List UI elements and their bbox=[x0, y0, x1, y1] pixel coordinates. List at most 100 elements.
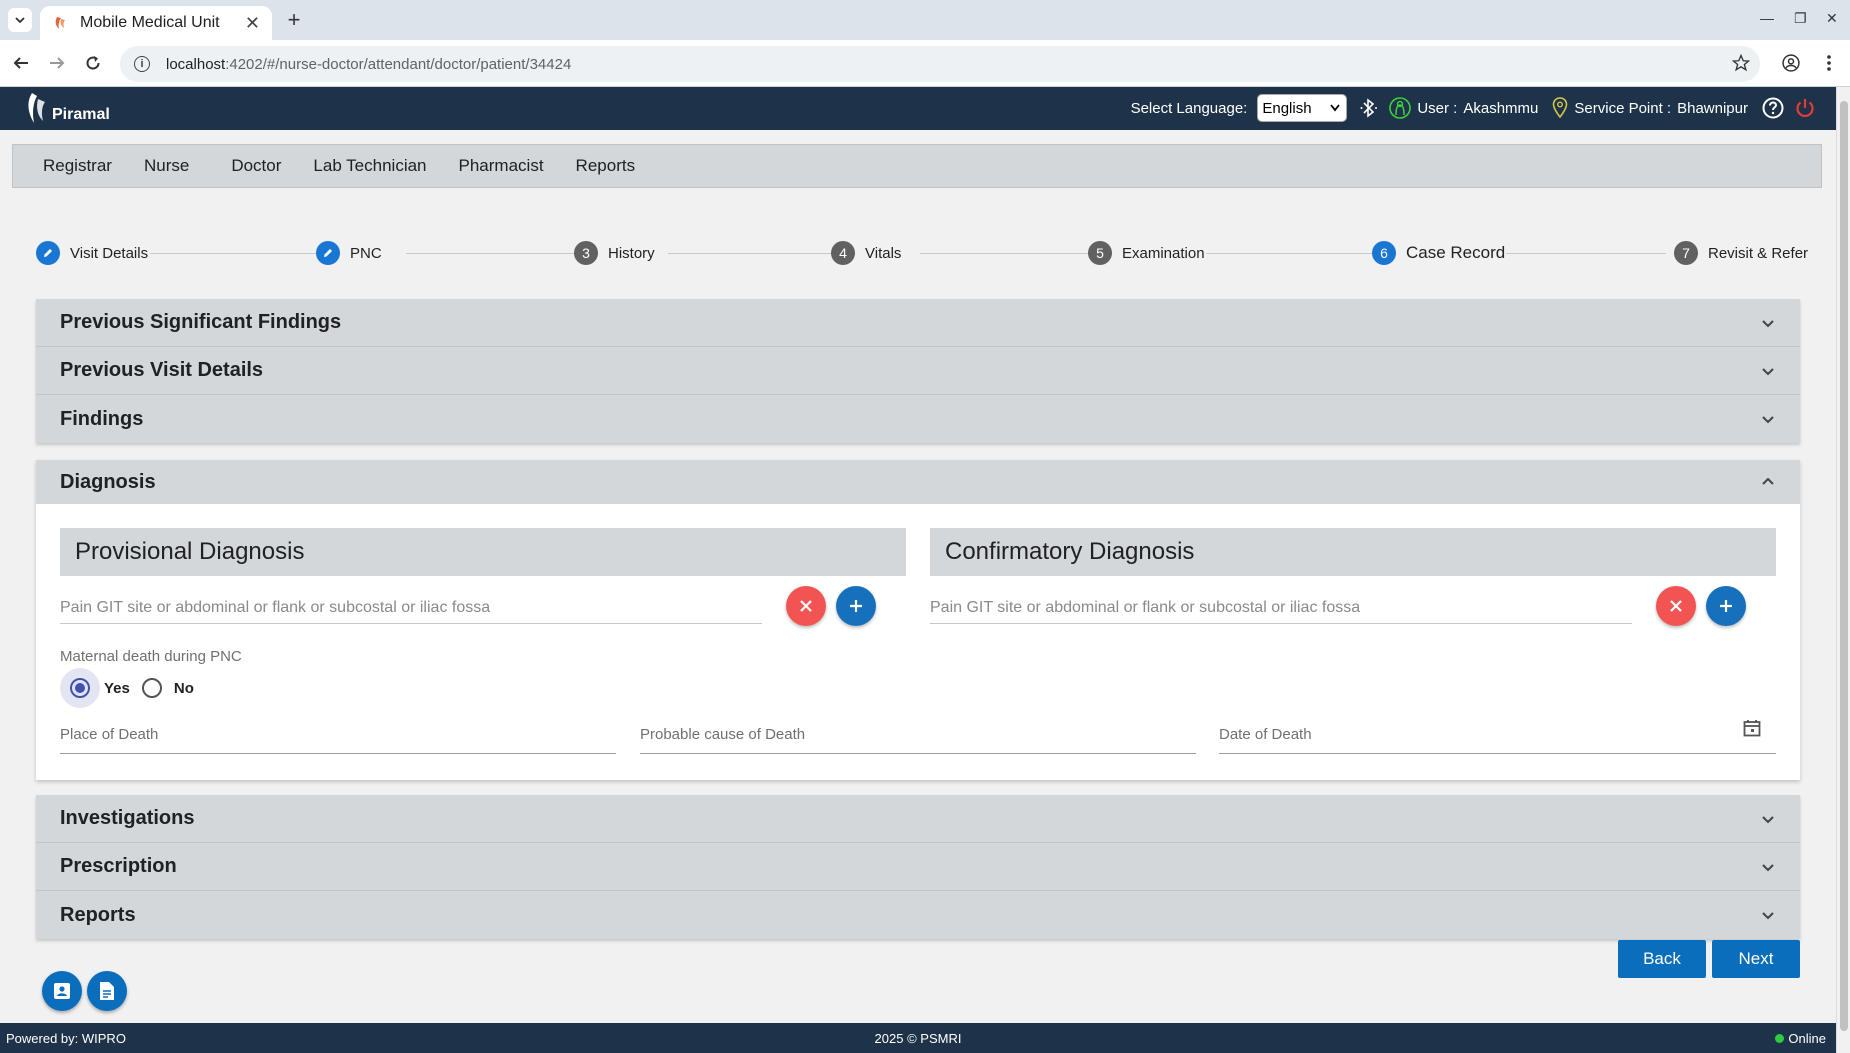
piramal-favicon-icon bbox=[55, 17, 65, 29]
radio-yes[interactable] bbox=[70, 678, 90, 698]
url-path: :4202/#/nurse-doctor/attendant/doctor/pa… bbox=[225, 55, 572, 73]
probable-cause-of-death-field[interactable]: Probable cause of Death bbox=[640, 716, 1196, 754]
chevron-up-icon bbox=[1762, 477, 1774, 485]
scrollbar-thumb[interactable] bbox=[1840, 101, 1848, 1031]
piramal-logo-icon bbox=[28, 93, 45, 123]
url-host: localhost bbox=[166, 55, 226, 73]
remove-confirmatory-button[interactable] bbox=[1656, 586, 1696, 626]
confirmatory-diagnosis-input[interactable]: Pain GIT site or abdominal or flank or s… bbox=[930, 592, 1632, 624]
step-vitals[interactable]: 4 Vitals bbox=[831, 240, 901, 266]
step-pnc[interactable]: PNC bbox=[316, 240, 382, 266]
workflow-stepper: Visit Details PNC 3 History 4 Vitals 5 E… bbox=[36, 240, 1808, 266]
select-language-label: Select Language: bbox=[1130, 99, 1248, 117]
browser-menu-icon[interactable] bbox=[1818, 52, 1840, 74]
power-logout-icon[interactable] bbox=[1794, 97, 1816, 119]
panel-title: Findings bbox=[60, 407, 144, 430]
panel-reports[interactable]: Reports bbox=[36, 891, 1800, 939]
radio-no-label[interactable]: No bbox=[174, 680, 194, 697]
radio-no[interactable] bbox=[141, 678, 162, 698]
browser-tab[interactable]: Mobile Medical Unit ✕ bbox=[40, 6, 272, 40]
browser-addressbar: i localhost:4202/#/nurse-doctor/attendan… bbox=[0, 40, 1850, 87]
brand-name: Piramal bbox=[52, 106, 110, 123]
bluetooth-icon[interactable] bbox=[1359, 97, 1379, 119]
close-tab-icon[interactable]: ✕ bbox=[245, 13, 260, 34]
provisional-diagnosis-input[interactable]: Pain GIT site or abdominal or flank or s… bbox=[60, 592, 762, 624]
date-of-death-field[interactable]: Date of Death bbox=[1219, 716, 1776, 754]
nav-doctor[interactable]: Doctor bbox=[231, 156, 281, 176]
forward-arrow-icon[interactable] bbox=[46, 52, 68, 74]
panel-investigations[interactable]: Investigations bbox=[36, 795, 1800, 843]
plus-icon bbox=[1720, 600, 1732, 612]
language-value: English bbox=[1262, 99, 1312, 117]
back-button[interactable]: Back bbox=[1618, 940, 1706, 978]
panel-title: Previous Visit Details bbox=[60, 359, 264, 381]
radio-yes-label[interactable]: Yes bbox=[104, 680, 130, 697]
document-icon bbox=[100, 982, 114, 1000]
role-navigation: Registrar Nurse Doctor Lab Technician Ph… bbox=[12, 144, 1822, 188]
user-name: Akashmmu bbox=[1463, 99, 1539, 117]
app-header: Piramal Select Language: English User : … bbox=[0, 87, 1836, 130]
panel-title: Investigations bbox=[60, 807, 195, 829]
diagnosis-panel-header[interactable]: Diagnosis bbox=[36, 460, 1800, 504]
place-of-death-field[interactable]: Place of Death bbox=[60, 716, 616, 754]
location-pin-icon bbox=[1552, 97, 1568, 119]
panel-prescription[interactable]: Prescription bbox=[36, 843, 1800, 891]
step-visit-details[interactable]: Visit Details bbox=[36, 240, 148, 266]
add-confirmatory-button[interactable] bbox=[1706, 586, 1746, 626]
panel-findings[interactable]: Findings bbox=[36, 395, 1800, 443]
step-examination[interactable]: 5 Examination bbox=[1088, 240, 1205, 266]
copyright-text: 2025 © PSMRI bbox=[874, 1030, 962, 1046]
step-case-record[interactable]: 6 Case Record bbox=[1372, 240, 1505, 266]
chevron-down-icon bbox=[1762, 416, 1774, 424]
profile-icon[interactable] bbox=[1780, 52, 1802, 74]
next-button[interactable]: Next bbox=[1712, 940, 1800, 978]
step-connector bbox=[920, 253, 1104, 254]
close-window-icon[interactable]: ✕ bbox=[1826, 10, 1838, 27]
step-connector bbox=[668, 253, 852, 254]
chevron-down-icon bbox=[15, 17, 25, 24]
step-revisit-refer[interactable]: 7 Revisit & Refer bbox=[1674, 240, 1808, 266]
nav-reports[interactable]: Reports bbox=[576, 156, 636, 176]
nav-nurse[interactable]: Nurse bbox=[144, 156, 189, 176]
remove-provisional-button[interactable] bbox=[786, 586, 826, 626]
service-point-name: Bhawnipur bbox=[1677, 99, 1748, 117]
radio-yes-halo[interactable] bbox=[60, 668, 100, 708]
close-icon bbox=[800, 600, 812, 612]
step-connector bbox=[1206, 253, 1374, 254]
bottom-panels: Investigations Prescription Reports bbox=[36, 795, 1800, 939]
patient-info-button[interactable] bbox=[42, 971, 82, 1011]
bookmark-star-icon[interactable] bbox=[1730, 52, 1752, 74]
nav-pharmacist[interactable]: Pharmacist bbox=[459, 156, 544, 176]
step-history[interactable]: 3 History bbox=[574, 240, 655, 266]
browser-tabbar: Mobile Medical Unit ✕ + — ❐ ✕ bbox=[0, 0, 1850, 40]
reload-icon[interactable] bbox=[82, 52, 104, 74]
calendar-icon[interactable] bbox=[1742, 718, 1762, 743]
chevron-down-icon bbox=[1762, 863, 1774, 871]
patient-document-button[interactable] bbox=[87, 971, 127, 1011]
edit-pencil-icon bbox=[36, 241, 60, 265]
url-field[interactable]: i localhost:4202/#/nurse-doctor/attendan… bbox=[120, 46, 1760, 82]
back-arrow-icon[interactable] bbox=[10, 52, 32, 74]
chevron-down-icon bbox=[1762, 319, 1774, 327]
step-number: 4 bbox=[831, 241, 855, 265]
step-label: PNC bbox=[350, 244, 382, 262]
header-right: Select Language: English User : Akashmmu… bbox=[1131, 94, 1822, 122]
step-label: Examination bbox=[1122, 244, 1205, 262]
step-connector bbox=[150, 253, 340, 254]
step-label: Case Record bbox=[1406, 243, 1506, 262]
diagnosis-panel: Diagnosis Provisional Diagnosis Pain GIT… bbox=[36, 460, 1800, 780]
panel-previous-significant-findings[interactable]: Previous Significant Findings bbox=[36, 299, 1800, 347]
nav-registrar[interactable]: Registrar bbox=[43, 156, 112, 176]
nav-lab-technician[interactable]: Lab Technician bbox=[313, 156, 426, 176]
new-tab-icon[interactable]: + bbox=[282, 7, 306, 32]
provisional-diagnosis-title: Provisional Diagnosis bbox=[60, 528, 906, 576]
site-info-icon[interactable]: i bbox=[134, 56, 150, 72]
add-provisional-button[interactable] bbox=[836, 586, 876, 626]
restore-icon[interactable]: ❐ bbox=[1794, 10, 1807, 27]
help-icon[interactable] bbox=[1762, 97, 1784, 119]
page-scrollbar[interactable] bbox=[1836, 87, 1850, 1053]
tab-list-button[interactable] bbox=[8, 8, 32, 32]
language-select[interactable]: English bbox=[1257, 94, 1348, 122]
minimize-icon[interactable]: — bbox=[1760, 10, 1774, 26]
panel-previous-visit-details[interactable]: Previous Visit Details bbox=[36, 347, 1800, 395]
